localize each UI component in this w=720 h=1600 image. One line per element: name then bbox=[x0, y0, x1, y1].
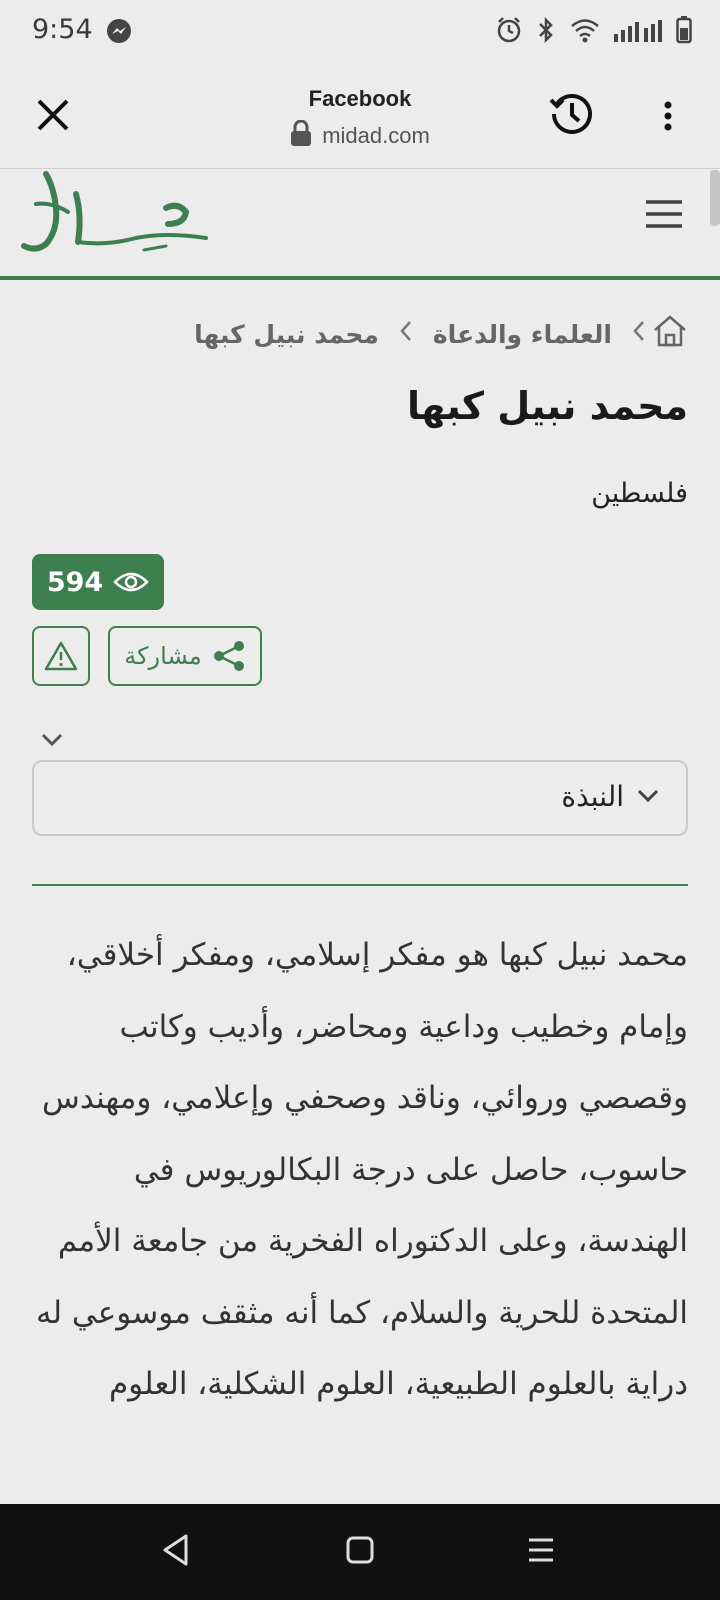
url-display[interactable]: midad.com bbox=[0, 119, 720, 152]
share-icon bbox=[213, 641, 244, 671]
home-square-icon[interactable] bbox=[344, 1534, 376, 1570]
breadcrumb: العلماء والدعاة محمد نبيل كبها bbox=[140, 312, 688, 356]
wifi-icon bbox=[570, 17, 600, 47]
tab-title: Facebook bbox=[308, 86, 412, 111]
back-icon[interactable] bbox=[160, 1532, 192, 1572]
chevron-left-icon bbox=[399, 319, 413, 350]
breadcrumb-item-current: محمد نبيل كبها bbox=[194, 319, 379, 349]
status-time: 9:54 bbox=[32, 14, 93, 45]
breadcrumb-item-scholars[interactable]: العلماء والدعاة bbox=[433, 320, 612, 349]
content-divider bbox=[32, 884, 688, 886]
bluetooth-icon bbox=[536, 16, 556, 48]
chevron-left-icon bbox=[632, 319, 646, 350]
recents-icon[interactable] bbox=[526, 1536, 556, 1568]
views-count: 594 bbox=[46, 566, 104, 598]
chevron-down-icon bbox=[636, 788, 660, 808]
history-icon bbox=[549, 93, 592, 134]
hamburger-icon bbox=[646, 200, 682, 228]
browser-toolbar: Facebook midad.com bbox=[0, 66, 720, 169]
country-label: فلسطين bbox=[591, 478, 688, 509]
warning-icon bbox=[44, 641, 78, 671]
page-title: محمد نبيل كبها bbox=[407, 384, 688, 428]
history-button[interactable] bbox=[546, 88, 598, 140]
lock-icon bbox=[290, 119, 312, 152]
home-icon bbox=[654, 315, 686, 347]
messenger-icon bbox=[106, 18, 132, 48]
more-vert-icon bbox=[664, 101, 672, 131]
section-select[interactable]: النبذة bbox=[32, 760, 688, 836]
status-bar: 9:54 bbox=[0, 0, 720, 66]
more-menu-button[interactable] bbox=[650, 94, 686, 138]
battery-icon bbox=[676, 16, 692, 48]
url-text: midad.com bbox=[322, 123, 430, 148]
bio-text: محمد نبيل كبها هو مفكر إسلامي، ومفكر أخل… bbox=[35, 937, 688, 1402]
share-label: مشاركة bbox=[124, 642, 202, 670]
midad-logo[interactable] bbox=[16, 168, 216, 268]
signal-icon bbox=[614, 18, 662, 46]
report-button[interactable] bbox=[32, 626, 90, 686]
header-divider bbox=[0, 276, 720, 280]
views-badge: 594 bbox=[32, 554, 164, 610]
section-select-value: النبذة bbox=[561, 780, 624, 813]
breadcrumb-home[interactable] bbox=[652, 313, 688, 355]
chevron-down-icon[interactable] bbox=[40, 732, 64, 752]
alarm-icon bbox=[496, 16, 522, 48]
hamburger-menu-button[interactable] bbox=[642, 196, 686, 232]
system-nav-bar bbox=[0, 1504, 720, 1600]
share-button[interactable]: مشاركة bbox=[108, 626, 262, 686]
site-header bbox=[0, 168, 720, 276]
status-icons bbox=[496, 16, 692, 48]
eye-icon bbox=[113, 572, 149, 592]
